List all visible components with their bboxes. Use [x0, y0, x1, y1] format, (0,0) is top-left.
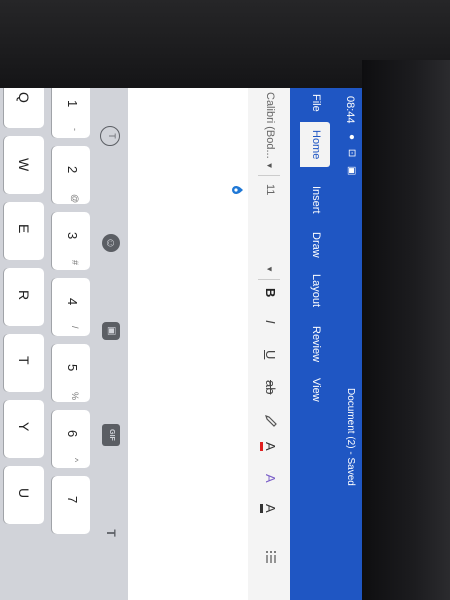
- keyboard-toolbar: T ☺ ▣ GIF T: [94, 88, 128, 600]
- bold-button[interactable]: B: [263, 288, 278, 297]
- ribbon-tabs: File Home Insert Draw Layout Review View: [290, 88, 336, 600]
- key-label-t: T: [16, 356, 32, 365]
- italic-button[interactable]: I: [263, 320, 278, 324]
- key-label-e: E: [16, 224, 32, 234]
- home-ribbon: Calibri (Bod... ▼ 11 ▼ B I U ab A A A: [247, 88, 290, 600]
- key-label-4: 4: [65, 298, 80, 306]
- key-label-w: W: [16, 158, 32, 172]
- rotated-screen-content: 08:44 ● ⊡ ▣ Document (2) - Saved File Ho…: [0, 88, 362, 600]
- key-secondary-2: @: [70, 194, 80, 204]
- font-color-button[interactable]: A: [260, 442, 278, 451]
- font-size-value: 11: [264, 184, 276, 196]
- document-body[interactable]: [128, 88, 248, 600]
- styles-button[interactable]: A: [260, 504, 278, 513]
- tab-file[interactable]: File: [310, 94, 322, 112]
- key-secondary-3: #: [70, 260, 80, 266]
- tab-home[interactable]: Home: [300, 122, 330, 168]
- key-label-2: 2: [65, 166, 80, 174]
- highlight-pen-button[interactable]: [261, 414, 278, 428]
- tab-view[interactable]: View: [310, 378, 322, 402]
- gif-icon[interactable]: GIF: [102, 424, 120, 446]
- key-label-r: R: [16, 290, 32, 301]
- tab-review[interactable]: Review: [310, 326, 322, 362]
- list-icon: [266, 551, 276, 563]
- font-size-dropdown[interactable]: 11 ▼: [258, 184, 280, 280]
- key-secondary-5: %: [70, 392, 80, 401]
- title-bar: 08:44 ● ⊡ ▣ Document (2) - Saved: [336, 88, 362, 600]
- key-secondary-6: ^: [70, 458, 80, 463]
- text-cursor-handle-icon[interactable]: [232, 184, 244, 196]
- device-screen: 08:44 ● ⊡ ▣ Document (2) - Saved File Ho…: [0, 88, 362, 600]
- on-screen-keyboard: T ☺ ▣ GIF T 1 - 2 @ 3 # 4 / 5 % 6 ^ 7 Q …: [0, 88, 128, 600]
- key-label-q: Q: [16, 92, 32, 103]
- sticker-icon[interactable]: ▣: [102, 322, 120, 340]
- tab-draw[interactable]: Draw: [310, 232, 322, 258]
- font-name-dropdown[interactable]: Calibri (Bod... ▼: [258, 92, 280, 176]
- key-label-3: 3: [65, 232, 80, 240]
- underline-button[interactable]: U: [263, 350, 278, 359]
- tab-insert[interactable]: Insert: [310, 186, 322, 214]
- chevron-down-icon: ▼: [265, 161, 274, 170]
- device-bezel-right: [362, 60, 450, 600]
- key-label-u: U: [16, 488, 32, 499]
- key-secondary-1: -: [70, 128, 80, 131]
- key-secondary-4: /: [70, 326, 80, 329]
- chevron-down-icon: ▼: [265, 265, 274, 273]
- status-time: 08:44: [344, 96, 356, 124]
- key-label-y: Y: [16, 422, 32, 432]
- key-7[interactable]: [52, 476, 90, 534]
- emoji-icon[interactable]: ☺: [102, 234, 120, 252]
- handwriting-icon[interactable]: T: [100, 126, 120, 146]
- text-effects-button[interactable]: A: [263, 474, 278, 483]
- strikethrough-button[interactable]: ab: [263, 380, 278, 394]
- document-title[interactable]: Document (2) - Saved: [345, 388, 356, 486]
- bullets-button[interactable]: [261, 550, 278, 564]
- key-label-7: 7: [65, 496, 80, 504]
- tab-layout[interactable]: Layout: [310, 274, 322, 307]
- key-label-1: 1: [65, 100, 80, 108]
- key-label-6: 6: [65, 430, 80, 438]
- font-name-value: Calibri (Bod...: [264, 92, 276, 159]
- key-label-5: 5: [65, 364, 80, 372]
- pen-icon: [265, 415, 277, 427]
- status-icons: ● ⊡ ▣: [346, 134, 357, 179]
- text-format-icon[interactable]: T: [102, 524, 120, 542]
